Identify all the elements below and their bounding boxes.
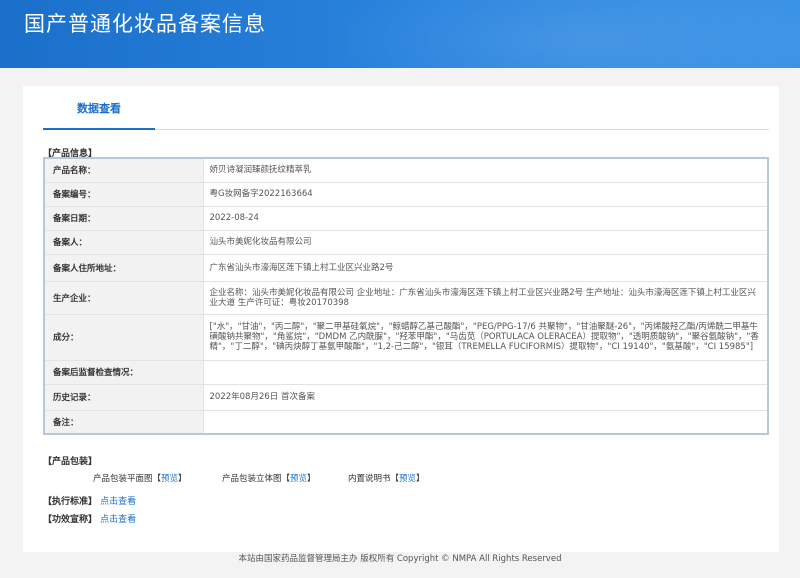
row-label-registration-date: 备案日期： <box>43 205 204 231</box>
standard-section-label: 【执行标准】 <box>43 497 98 507</box>
table-row: 备案人住所地址： 广东省汕头市濠海区莲下镇上村工业区兴业路2号 <box>43 253 769 282</box>
preview-link-manual[interactable]: 预览 <box>399 474 416 484</box>
table-row: 备案后监督检查情况： <box>43 359 769 385</box>
row-label-supervision: 备案后监督检查情况： <box>43 359 204 385</box>
content-panel: 数据查看 【产品信息】 产品名称： 娇贝诗凝润臻颜抚纹精萃乳 备案编号： 粤G妆… <box>23 86 779 552</box>
row-label-remarks: 备注： <box>43 409 204 435</box>
row-label-registrant-address: 备案人住所地址： <box>43 253 204 282</box>
packaging-item-manual: 内置说明书【预览】 <box>348 472 425 484</box>
packaging-item-label: 内置说明书 <box>348 474 391 484</box>
table-row: 成分： ["水"，"甘油"，"丙二醇"，"聚二甲基硅氧烷"，"鲸蜡醇乙基己酸酯"… <box>43 313 769 361</box>
efficacy-section-label: 【功效宣称】 <box>43 515 98 525</box>
standard-view-link[interactable]: 点击查看 <box>100 497 136 507</box>
packaging-item-3d: 产品包装立体图【预览】 <box>222 472 316 484</box>
row-value-registrant: 汕头市美妮化妆品有限公司 <box>202 229 769 255</box>
efficacy-view-link[interactable]: 点击查看 <box>100 515 136 525</box>
table-row: 备案编号： 粤G妆网备字2022163664 <box>43 181 769 207</box>
tab-data-view[interactable]: 数据查看 <box>43 86 155 130</box>
page-footer: 本站由国家药品监督管理局主办 版权所有 Copyright © NMPA All… <box>238 554 562 564</box>
row-label-manufacturer: 生产企业： <box>43 280 204 315</box>
bracket-close: 】 <box>178 474 187 484</box>
row-label-history: 历史记录： <box>43 383 204 411</box>
efficacy-section: 【功效宣称】 点击查看 <box>43 512 136 525</box>
table-row: 备案日期： 2022-08-24 <box>43 205 769 231</box>
row-value-remarks <box>202 409 769 435</box>
packaging-item-label: 产品包装平面图 <box>93 474 153 484</box>
page-header: 国产普通化妆品备案信息 <box>0 0 800 68</box>
row-value-registration-date: 2022-08-24 <box>202 205 769 231</box>
page-title: 国产普通化妆品备案信息 <box>24 12 266 36</box>
row-value-registration-number: 粤G妆网备字2022163664 <box>202 181 769 207</box>
table-row: 历史记录： 2022年08月26日 首次备案 <box>43 383 769 411</box>
row-label-registration-number: 备案编号： <box>43 181 204 207</box>
bracket-close: 】 <box>307 474 316 484</box>
row-label-registrant: 备案人： <box>43 229 204 255</box>
header-decoration <box>320 0 800 68</box>
table-row: 产品名称： 娇贝诗凝润臻颜抚纹精萃乳 <box>43 157 769 183</box>
row-value-product-name: 娇贝诗凝润臻颜抚纹精萃乳 <box>202 157 769 183</box>
row-label-ingredients: 成分： <box>43 313 204 361</box>
row-value-manufacturer: 企业名称：汕头市美妮化妆品有限公司 企业地址：广东省汕头市濠海区莲下镇上村工业区… <box>202 280 769 315</box>
bracket-open: 【 <box>152 474 162 484</box>
table-row: 生产企业： 企业名称：汕头市美妮化妆品有限公司 企业地址：广东省汕头市濠海区莲下… <box>43 280 769 315</box>
table-row: 备注： <box>43 409 769 435</box>
bracket-close: 】 <box>416 474 425 484</box>
bracket-open: 【 <box>281 474 291 484</box>
preview-link-3d[interactable]: 预览 <box>290 474 307 484</box>
preview-link-flat[interactable]: 预览 <box>161 474 178 484</box>
product-info-table: 产品名称： 娇贝诗凝润臻颜抚纹精萃乳 备案编号： 粤G妆网备字202216366… <box>43 157 769 435</box>
standard-section: 【执行标准】 点击查看 <box>43 494 136 507</box>
packaging-item-label: 产品包装立体图 <box>222 474 282 484</box>
bracket-open: 【 <box>390 474 400 484</box>
row-value-registrant-address: 广东省汕头市濠海区莲下镇上村工业区兴业路2号 <box>202 253 769 282</box>
packaging-section-label: 【产品包装】 <box>43 457 98 467</box>
row-value-ingredients: ["水"，"甘油"，"丙二醇"，"聚二甲基硅氧烷"，"鲸蜡醇乙基己酸酯"，"PE… <box>202 313 769 361</box>
row-value-supervision <box>202 359 769 385</box>
row-label-product-name: 产品名称： <box>43 157 204 183</box>
tab-bar: 数据查看 <box>43 86 769 130</box>
packaging-item-flat: 产品包装平面图【预览】 <box>93 472 187 484</box>
row-value-history: 2022年08月26日 首次备案 <box>202 383 769 411</box>
table-row: 备案人： 汕头市美妮化妆品有限公司 <box>43 229 769 255</box>
